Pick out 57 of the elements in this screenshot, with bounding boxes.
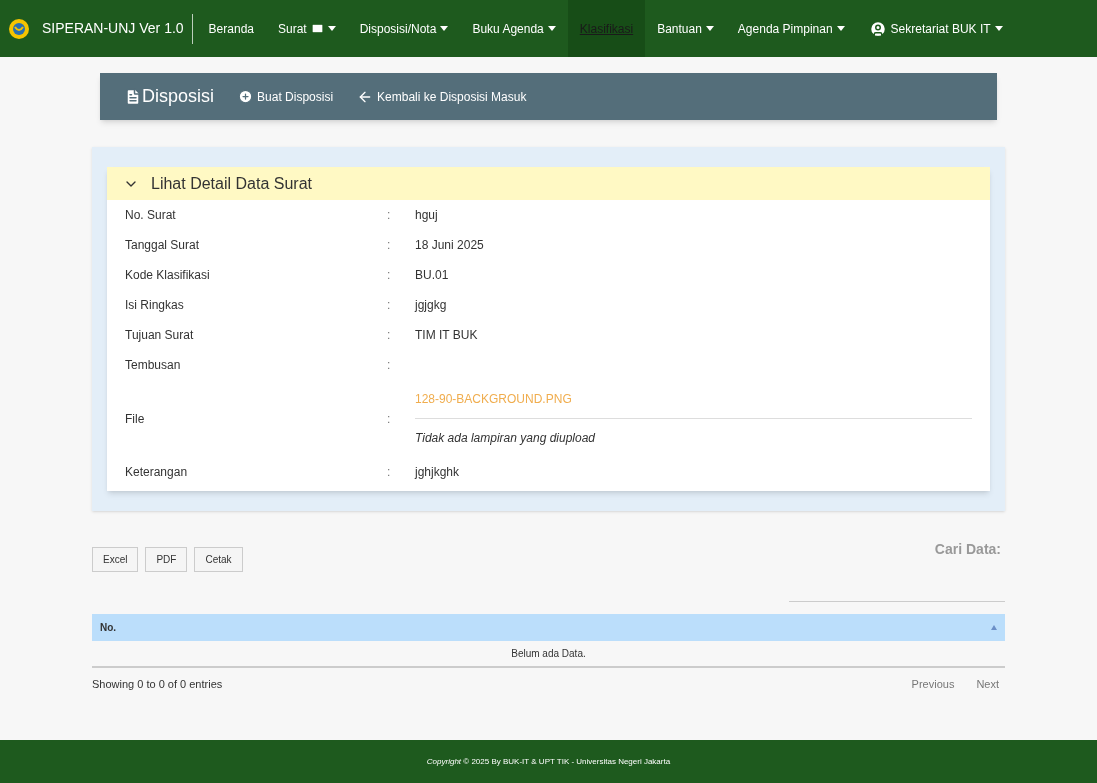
field-label: Kode Klasifikasi: [125, 267, 211, 284]
accordion-header[interactable]: Lihat Detail Data Surat: [107, 167, 990, 200]
separator-colon: :: [387, 207, 392, 224]
mail-icon: [310, 22, 324, 35]
export-button[interactable]: Excel: [92, 547, 139, 572]
field-label: Keterangan: [125, 464, 189, 481]
nav-menu-item[interactable]: Beranda: [196, 0, 266, 57]
copyright-text: Copyright © 2025 By BUK-IT & UPT TIK - Universitas Negeri Jakarta: [426, 755, 671, 768]
sort-icon: [991, 625, 997, 630]
export-button[interactable]: PDF: [145, 547, 188, 572]
field-label: Isi Ringkas: [125, 297, 185, 314]
caret-icon: [327, 26, 336, 31]
field-label: Tanggal Surat: [125, 237, 201, 254]
separator-colon: :: [387, 297, 392, 314]
caret-icon: [440, 26, 449, 31]
field-label: Tembusan: [125, 357, 182, 374]
app-brand[interactable]: SIPERAN-UNJ Ver 1.0: [42, 13, 193, 44]
pagination-button[interactable]: Previous: [905, 676, 961, 693]
header-link[interactable]: Kembali ke Disposisi Masuk: [357, 87, 527, 106]
header-link[interactable]: Buat Disposisi: [238, 87, 334, 106]
separator-colon: :: [387, 357, 392, 374]
empty-table-message: Belum ada Data.: [511, 647, 586, 661]
nav-menu-item[interactable]: Bantuan: [645, 0, 726, 57]
nav-menu-item[interactable]: Sekretariat BUK IT: [856, 0, 1015, 57]
caret-icon: [994, 26, 1003, 31]
logo-icon: [8, 17, 30, 40]
nav-menu-item[interactable]: Disposisi/Nota: [347, 0, 461, 57]
field-label: No. Surat: [125, 207, 177, 224]
document-icon: [124, 87, 142, 106]
no-attachment-note: Tidak ada lampiran yang diupload: [415, 430, 596, 447]
field-value: BU.01: [415, 267, 449, 284]
user-icon: [868, 19, 887, 38]
nav-menu-item[interactable]: Agenda Pimpinan: [725, 0, 857, 57]
column-header[interactable]: No.: [100, 620, 117, 635]
separator-colon: :: [387, 237, 392, 254]
plus-icon: [238, 89, 254, 104]
entries-info: Showing 0 to 0 of 0 entries: [92, 677, 223, 692]
field-value: TIM IT BUK: [415, 327, 478, 344]
field-value: hguj: [415, 207, 438, 224]
nav-menu-item[interactable]: Surat: [266, 0, 348, 57]
pagination-button[interactable]: Next: [970, 676, 1005, 693]
nav-menu-item[interactable]: Buku Agenda: [460, 0, 568, 57]
separator-colon: :: [387, 464, 392, 481]
field-label: File: [125, 410, 146, 428]
field-value: 18 Juni 2025: [415, 237, 484, 254]
field-value: jghjkghk: [415, 464, 460, 481]
separator-colon: :: [387, 327, 392, 344]
caret-icon: [836, 26, 845, 31]
page-title: Disposisi: [124, 83, 215, 110]
field-label: Tujuan Surat: [125, 327, 195, 344]
separator-colon: :: [387, 410, 392, 428]
field-value: jgjgkg: [415, 297, 447, 314]
separator-colon: :: [387, 267, 392, 284]
caret-icon: [705, 26, 714, 31]
search-label: Cari Data:: [934, 540, 1002, 559]
export-button[interactable]: Cetak: [194, 547, 243, 572]
caret-icon: [547, 26, 556, 31]
